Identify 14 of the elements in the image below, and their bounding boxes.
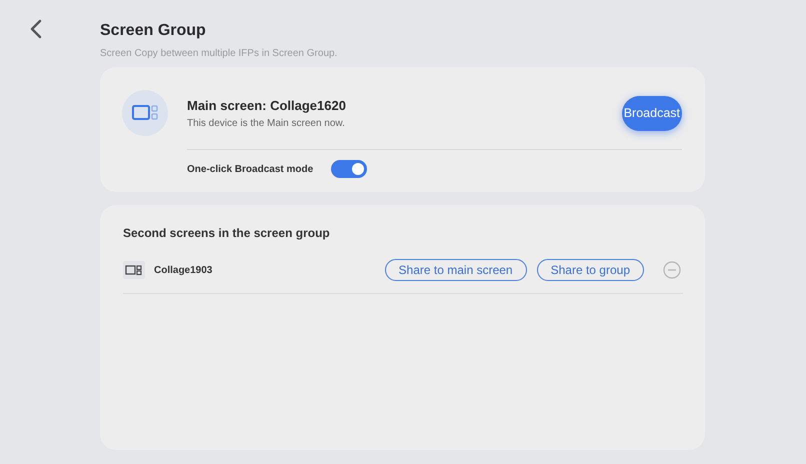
main-screen-description: This device is the Main screen now.	[187, 118, 346, 128]
share-button[interactable]: Share to main screen	[384, 259, 527, 281]
device-name: Collage1903	[154, 264, 214, 276]
broadcast-button[interactable]: Broadcast	[622, 96, 682, 130]
screen-icon	[123, 261, 145, 279]
back-icon[interactable]	[30, 19, 42, 39]
broadcast-toggle[interactable]	[331, 160, 368, 178]
main-screen-title: Main screen: Collage1620	[187, 98, 347, 112]
section-title: Second screens in the screen group	[123, 226, 331, 240]
page-subtitle: Screen Copy between multiple IFPs in Screen Group.	[100, 47, 338, 60]
page-title: Screen Group	[100, 21, 207, 41]
share-button[interactable]: Share to group	[536, 259, 644, 281]
screen-icon	[122, 90, 168, 136]
toggle-label: One-click Broadcast mode	[187, 164, 314, 174]
